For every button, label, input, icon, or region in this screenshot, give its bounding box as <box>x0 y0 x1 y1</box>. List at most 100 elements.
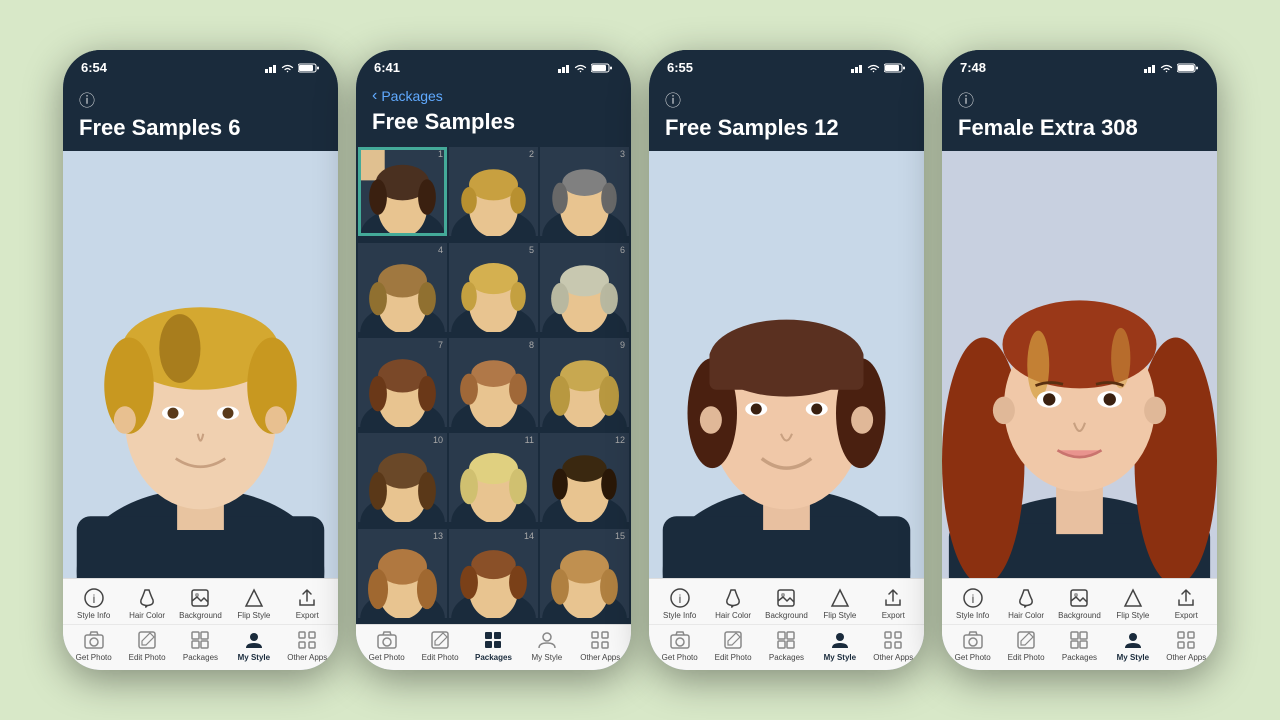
svg-text:i: i <box>92 592 95 606</box>
edit-photo-btn[interactable]: Edit Photo <box>125 629 169 662</box>
content-4 <box>942 151 1217 578</box>
grid-item-13[interactable]: 13 <box>358 529 447 618</box>
hair-color-btn-3[interactable]: Hair Color <box>711 587 755 620</box>
background-btn[interactable]: Background <box>178 587 222 620</box>
phone-2: 6:41 ‹ Packages Free Samples 1 <box>356 50 631 670</box>
packages-btn-3[interactable]: Packages <box>764 629 808 662</box>
edit-photo-btn-2[interactable]: Edit Photo <box>418 629 462 662</box>
grid-item-4[interactable]: 4 <box>358 243 447 332</box>
status-icons-1 <box>265 63 320 73</box>
packages-label-4: Packages <box>1062 653 1097 662</box>
style-info-btn-3[interactable]: i Style Info <box>658 587 702 620</box>
style-info-label-3: Style Info <box>663 611 696 620</box>
toolbar-top-4: i Style Info Hair Color B <box>942 579 1217 625</box>
hair-color-btn[interactable]: Hair Color <box>125 587 169 620</box>
info-icon-3[interactable]: ⓘ <box>665 87 908 111</box>
packages-icon <box>189 629 211 651</box>
back-nav[interactable]: ‹ Packages <box>372 87 615 105</box>
export-btn-4[interactable]: Export <box>1164 587 1208 620</box>
grid-item-14[interactable]: 14 <box>449 529 538 618</box>
toolbar-4: i Style Info Hair Color B <box>942 578 1217 670</box>
grid-num-10: 10 <box>433 435 443 445</box>
my-style-btn-4[interactable]: My Style <box>1111 629 1155 662</box>
get-photo-btn-4[interactable]: Get Photo <box>951 629 995 662</box>
back-arrow-icon: ‹ <box>372 87 377 105</box>
hair-color-btn-4[interactable]: Hair Color <box>1004 587 1048 620</box>
grid-item-1[interactable]: 1 <box>358 147 447 236</box>
flip-style-btn[interactable]: Flip Style <box>232 587 276 620</box>
grid-item-9[interactable]: 9 <box>540 338 629 427</box>
flip-style-btn-3[interactable]: Flip Style <box>818 587 862 620</box>
edit-photo-btn-3[interactable]: Edit Photo <box>711 629 755 662</box>
export-btn[interactable]: Export <box>285 587 329 620</box>
other-apps-label-4: Other Apps <box>1166 653 1206 662</box>
info-icon-4[interactable]: ⓘ <box>958 87 1201 111</box>
get-photo-btn-3[interactable]: Get Photo <box>658 629 702 662</box>
style-info-btn[interactable]: i Style Info <box>72 587 116 620</box>
grid-item-3[interactable]: 3 <box>540 147 629 236</box>
grid-item-12[interactable]: 12 <box>540 433 629 522</box>
background-label-4: Background <box>1058 611 1101 620</box>
grid-person-13 <box>358 529 447 618</box>
background-icon-3 <box>775 587 797 609</box>
phone-1: 6:54 ⓘ Free Samples 6 <box>63 50 338 670</box>
grid-item-15[interactable]: 15 <box>540 529 629 618</box>
grid-person-12 <box>540 433 629 522</box>
grid-item-5[interactable]: 5 <box>449 243 538 332</box>
export-btn-3[interactable]: Export <box>871 587 915 620</box>
packages-btn-4[interactable]: Packages <box>1057 629 1101 662</box>
get-photo-btn-2[interactable]: Get Photo <box>365 629 409 662</box>
my-style-btn-3[interactable]: My Style <box>818 629 862 662</box>
grid-item-6[interactable]: 6 <box>540 243 629 332</box>
edit-icon-2 <box>429 629 451 651</box>
background-btn-4[interactable]: Background <box>1057 587 1101 620</box>
hair-color-icon <box>136 587 158 609</box>
my-style-btn-1[interactable]: My Style <box>232 629 276 662</box>
other-apps-btn[interactable]: Other Apps <box>285 629 329 662</box>
content-2: 1 2 <box>356 145 631 624</box>
svg-text:i: i <box>971 592 974 606</box>
edit-icon <box>136 629 158 651</box>
grid-item-11[interactable]: 11 <box>449 433 538 522</box>
title-1: Free Samples 6 <box>79 115 322 141</box>
grid-item-8[interactable]: 8 <box>449 338 538 427</box>
grid-num-12: 12 <box>615 435 625 445</box>
my-style-label: My Style <box>238 653 270 662</box>
title-3: Free Samples 12 <box>665 115 908 141</box>
camera-icon-2 <box>376 629 398 651</box>
packages-icon-4 <box>1068 629 1090 651</box>
packages-btn-2[interactable]: Packages <box>471 629 515 662</box>
edit-photo-btn-4[interactable]: Edit Photo <box>1004 629 1048 662</box>
grid-item-10[interactable]: 10 <box>358 433 447 522</box>
other-apps-btn-4[interactable]: Other Apps <box>1164 629 1208 662</box>
get-photo-btn[interactable]: Get Photo <box>72 629 116 662</box>
grid-person-14 <box>449 529 538 618</box>
packages-btn[interactable]: Packages <box>178 629 222 662</box>
wifi-icon <box>281 63 294 73</box>
other-apps-btn-2[interactable]: Other Apps <box>578 629 622 662</box>
toolbar-top-3: i Style Info Hair Color B <box>649 579 924 625</box>
grid-item-7[interactable]: 7 <box>358 338 447 427</box>
svg-text:i: i <box>678 592 681 606</box>
info-icon-1[interactable]: ⓘ <box>79 87 322 111</box>
flip-style-btn-4[interactable]: Flip Style <box>1111 587 1155 620</box>
grid-person-1 <box>358 147 447 236</box>
grid-person-11 <box>449 433 538 522</box>
my-style-label-2: My Style <box>532 653 563 662</box>
background-icon <box>189 587 211 609</box>
grid-item-2[interactable]: 2 <box>449 147 538 236</box>
grid-person-15 <box>540 529 629 618</box>
background-btn-3[interactable]: Background <box>764 587 808 620</box>
other-apps-btn-3[interactable]: Other Apps <box>871 629 915 662</box>
style-info-btn-4[interactable]: i Style Info <box>951 587 995 620</box>
portrait-4 <box>942 151 1217 578</box>
edit-photo-label-3: Edit Photo <box>715 653 752 662</box>
time-4: 7:48 <box>960 60 986 75</box>
my-style-btn-2[interactable]: My Style <box>525 629 569 662</box>
my-style-icon-4 <box>1122 629 1144 651</box>
status-bar-1: 6:54 <box>63 50 338 79</box>
person-svg-4 <box>942 151 1217 578</box>
flip-style-label-3: Flip Style <box>823 611 856 620</box>
signal-icon-2 <box>558 63 570 73</box>
packages-icon-2 <box>482 629 504 651</box>
